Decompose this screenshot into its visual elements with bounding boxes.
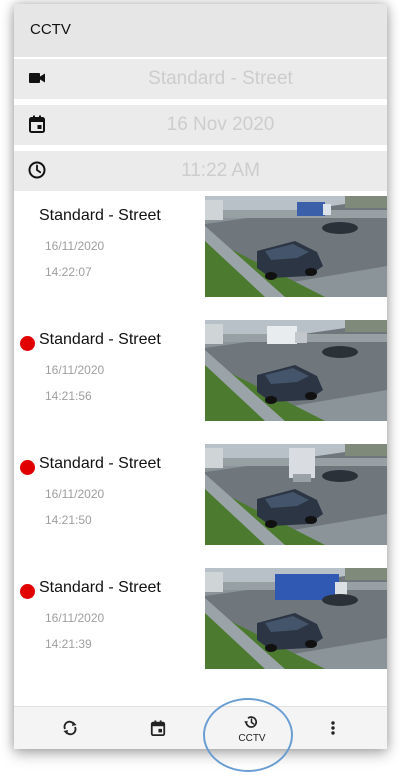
event-date: 16/11/2020 xyxy=(45,239,105,253)
event-title: Standard - Street xyxy=(39,331,161,348)
event-title: Standard - Street xyxy=(39,455,161,472)
event-time: 14:22:07 xyxy=(45,265,92,279)
time-filter-value: 11:22 AM xyxy=(181,160,260,181)
event-thumbnail[interactable] xyxy=(205,568,387,669)
event-date: 16/11/2020 xyxy=(45,363,105,377)
event-time: 14:21:50 xyxy=(45,513,92,527)
event-title: Standard - Street xyxy=(39,579,161,596)
more-vert-icon xyxy=(331,721,335,735)
bottom-navigation: CCTV xyxy=(14,706,387,749)
unread-indicator xyxy=(20,460,35,475)
event-list-item[interactable]: Standard - Street 16/11/2020 14:21:56 xyxy=(14,318,387,422)
time-filter[interactable]: 11:22 AM xyxy=(14,151,387,191)
date-filter[interactable]: 16 Nov 2020 xyxy=(14,105,387,145)
app-title: CCTV xyxy=(30,21,71,38)
event-thumbnail[interactable] xyxy=(205,196,387,297)
event-time: 14:21:56 xyxy=(45,389,92,403)
event-thumbnail[interactable] xyxy=(205,320,387,421)
app-bar: CCTV xyxy=(14,4,387,57)
camera-filter-value: Standard - Street xyxy=(148,68,293,89)
event-list-item[interactable]: Standard - Street 16/11/2020 14:22:07 xyxy=(14,194,387,298)
phone-screen: CCTV Standard - Street 16 Nov 2020 11:22… xyxy=(14,4,387,749)
event-list[interactable]: Standard - Street 16/11/2020 14:22:07 Stan… xyxy=(14,194,387,704)
event-thumbnail[interactable] xyxy=(205,444,387,545)
date-filter-value: 16 Nov 2020 xyxy=(166,114,275,135)
cctv-highlight-ring xyxy=(203,698,293,772)
videocam-icon xyxy=(28,69,46,87)
calendar-icon xyxy=(150,720,166,736)
clock-icon xyxy=(28,161,46,179)
refresh-icon xyxy=(63,720,77,736)
event-list-item[interactable]: Standard - Street 16/11/2020 14:21:39 xyxy=(14,566,387,670)
unread-indicator xyxy=(20,336,35,351)
event-date: 16/11/2020 xyxy=(45,611,105,625)
camera-filter[interactable]: Standard - Street xyxy=(14,59,387,99)
event-list-item[interactable]: Standard - Street 16/11/2020 14:21:50 xyxy=(14,442,387,546)
event-date: 16/11/2020 xyxy=(45,487,105,501)
event-time: 14:21:39 xyxy=(45,637,92,651)
event-title: Standard - Street xyxy=(39,207,161,224)
calendar-icon xyxy=(28,115,46,133)
unread-indicator xyxy=(20,584,35,599)
